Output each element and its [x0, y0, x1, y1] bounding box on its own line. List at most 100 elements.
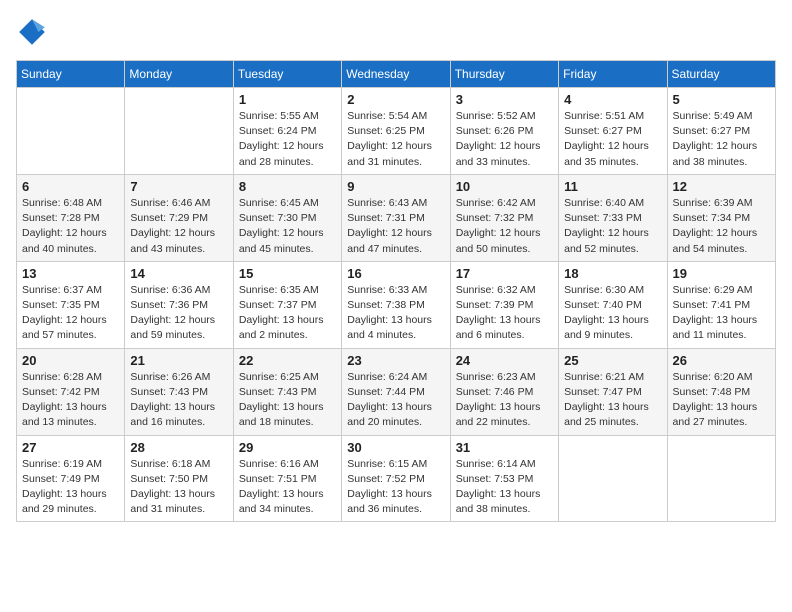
- day-info: Sunrise: 5:52 AMSunset: 6:26 PMDaylight:…: [456, 109, 553, 170]
- calendar-cell: 9 Sunrise: 6:43 AMSunset: 7:31 PMDaylight…: [342, 174, 450, 261]
- calendar-cell: 15 Sunrise: 6:35 AMSunset: 7:37 PMDayligh…: [233, 261, 341, 348]
- day-number: 23: [347, 353, 444, 368]
- day-info: Sunrise: 6:35 AMSunset: 7:37 PMDaylight:…: [239, 283, 336, 344]
- logo-icon: [16, 16, 48, 48]
- day-info: Sunrise: 6:40 AMSunset: 7:33 PMDaylight:…: [564, 196, 661, 257]
- day-info: Sunrise: 6:28 AMSunset: 7:42 PMDaylight:…: [22, 370, 119, 431]
- calendar-cell: 14 Sunrise: 6:36 AMSunset: 7:36 PMDayligh…: [125, 261, 233, 348]
- day-number: 10: [456, 179, 553, 194]
- day-number: 9: [347, 179, 444, 194]
- day-number: 19: [673, 266, 770, 281]
- calendar-cell: 3 Sunrise: 5:52 AMSunset: 6:26 PMDaylight…: [450, 88, 558, 175]
- calendar-cell: 25 Sunrise: 6:21 AMSunset: 7:47 PMDayligh…: [559, 348, 667, 435]
- day-number: 29: [239, 440, 336, 455]
- day-number: 22: [239, 353, 336, 368]
- day-info: Sunrise: 6:37 AMSunset: 7:35 PMDaylight:…: [22, 283, 119, 344]
- day-info: Sunrise: 6:24 AMSunset: 7:44 PMDaylight:…: [347, 370, 444, 431]
- day-number: 5: [673, 92, 770, 107]
- day-info: Sunrise: 6:36 AMSunset: 7:36 PMDaylight:…: [130, 283, 227, 344]
- day-number: 15: [239, 266, 336, 281]
- day-number: 6: [22, 179, 119, 194]
- calendar-cell: [667, 435, 775, 522]
- day-header-monday: Monday: [125, 61, 233, 88]
- day-number: 8: [239, 179, 336, 194]
- day-info: Sunrise: 6:15 AMSunset: 7:52 PMDaylight:…: [347, 457, 444, 518]
- calendar-cell: 23 Sunrise: 6:24 AMSunset: 7:44 PMDayligh…: [342, 348, 450, 435]
- day-number: 17: [456, 266, 553, 281]
- day-info: Sunrise: 6:16 AMSunset: 7:51 PMDaylight:…: [239, 457, 336, 518]
- day-header-tuesday: Tuesday: [233, 61, 341, 88]
- calendar-week-row: 27 Sunrise: 6:19 AMSunset: 7:49 PMDayligh…: [17, 435, 776, 522]
- day-number: 11: [564, 179, 661, 194]
- calendar-cell: 29 Sunrise: 6:16 AMSunset: 7:51 PMDayligh…: [233, 435, 341, 522]
- calendar-cell: 17Sunrise: 6:32 AMSunset: 7:39 PMDayligh…: [450, 261, 558, 348]
- day-info: Sunrise: 6:19 AMSunset: 7:49 PMDaylight:…: [22, 457, 119, 518]
- calendar-cell: 27 Sunrise: 6:19 AMSunset: 7:49 PMDayligh…: [17, 435, 125, 522]
- day-number: 31: [456, 440, 553, 455]
- page-header: [16, 16, 776, 48]
- day-info: Sunrise: 6:39 AMSunset: 7:34 PMDaylight:…: [673, 196, 770, 257]
- day-info: Sunrise: 6:14 AMSunset: 7:53 PMDaylight:…: [456, 457, 553, 518]
- day-info: Sunrise: 6:26 AMSunset: 7:43 PMDaylight:…: [130, 370, 227, 431]
- day-info: Sunrise: 6:46 AMSunset: 7:29 PMDaylight:…: [130, 196, 227, 257]
- day-number: 18: [564, 266, 661, 281]
- day-info: Sunrise: 6:45 AMSunset: 7:30 PMDaylight:…: [239, 196, 336, 257]
- day-number: 7: [130, 179, 227, 194]
- day-number: 12: [673, 179, 770, 194]
- calendar-cell: 4 Sunrise: 5:51 AMSunset: 6:27 PMDaylight…: [559, 88, 667, 175]
- day-info: Sunrise: 6:48 AMSunset: 7:28 PMDaylight:…: [22, 196, 119, 257]
- day-number: 21: [130, 353, 227, 368]
- calendar-cell: 19Sunrise: 6:29 AMSunset: 7:41 PMDayligh…: [667, 261, 775, 348]
- calendar-cell: 30 Sunrise: 6:15 AMSunset: 7:52 PMDayligh…: [342, 435, 450, 522]
- day-info: Sunrise: 6:20 AMSunset: 7:48 PMDaylight:…: [673, 370, 770, 431]
- calendar-cell: 24 Sunrise: 6:23 AMSunset: 7:46 PMDayligh…: [450, 348, 558, 435]
- calendar-cell: 5 Sunrise: 5:49 AMSunset: 6:27 PMDaylight…: [667, 88, 775, 175]
- day-info: Sunrise: 5:54 AMSunset: 6:25 PMDaylight:…: [347, 109, 444, 170]
- calendar-cell: 21 Sunrise: 6:26 AMSunset: 7:43 PMDayligh…: [125, 348, 233, 435]
- calendar-cell: 10 Sunrise: 6:42 AMSunset: 7:32 PMDayligh…: [450, 174, 558, 261]
- day-number: 20: [22, 353, 119, 368]
- day-info: Sunrise: 5:49 AMSunset: 6:27 PMDaylight:…: [673, 109, 770, 170]
- day-number: 2: [347, 92, 444, 107]
- day-info: Sunrise: 6:25 AMSunset: 7:43 PMDaylight:…: [239, 370, 336, 431]
- calendar-cell: 7 Sunrise: 6:46 AMSunset: 7:29 PMDaylight…: [125, 174, 233, 261]
- day-info: Sunrise: 6:33 AMSunset: 7:38 PMDaylight:…: [347, 283, 444, 344]
- calendar-cell: [125, 88, 233, 175]
- day-number: 24: [456, 353, 553, 368]
- calendar-cell: 26 Sunrise: 6:20 AMSunset: 7:48 PMDayligh…: [667, 348, 775, 435]
- day-number: 13: [22, 266, 119, 281]
- day-info: Sunrise: 6:42 AMSunset: 7:32 PMDaylight:…: [456, 196, 553, 257]
- day-info: Sunrise: 5:51 AMSunset: 6:27 PMDaylight:…: [564, 109, 661, 170]
- day-number: 4: [564, 92, 661, 107]
- logo: [16, 16, 52, 48]
- day-number: 14: [130, 266, 227, 281]
- day-number: 1: [239, 92, 336, 107]
- day-info: Sunrise: 6:23 AMSunset: 7:46 PMDaylight:…: [456, 370, 553, 431]
- day-number: 3: [456, 92, 553, 107]
- calendar-cell: 18 Sunrise: 6:30 AMSunset: 7:40 PMDayligh…: [559, 261, 667, 348]
- day-number: 26: [673, 353, 770, 368]
- calendar-week-row: 1 Sunrise: 5:55 AMSunset: 6:24 PMDaylight…: [17, 88, 776, 175]
- calendar-header-row: SundayMondayTuesdayWednesdayThursdayFrid…: [17, 61, 776, 88]
- calendar-cell: 12 Sunrise: 6:39 AMSunset: 7:34 PMDayligh…: [667, 174, 775, 261]
- calendar-cell: 1 Sunrise: 5:55 AMSunset: 6:24 PMDaylight…: [233, 88, 341, 175]
- day-info: Sunrise: 5:55 AMSunset: 6:24 PMDaylight:…: [239, 109, 336, 170]
- calendar-cell: 6 Sunrise: 6:48 AMSunset: 7:28 PMDaylight…: [17, 174, 125, 261]
- day-info: Sunrise: 6:43 AMSunset: 7:31 PMDaylight:…: [347, 196, 444, 257]
- calendar-week-row: 6 Sunrise: 6:48 AMSunset: 7:28 PMDaylight…: [17, 174, 776, 261]
- calendar-cell: [17, 88, 125, 175]
- day-number: 27: [22, 440, 119, 455]
- day-header-friday: Friday: [559, 61, 667, 88]
- calendar-week-row: 20 Sunrise: 6:28 AMSunset: 7:42 PMDayligh…: [17, 348, 776, 435]
- day-header-saturday: Saturday: [667, 61, 775, 88]
- calendar-table: SundayMondayTuesdayWednesdayThursdayFrid…: [16, 60, 776, 522]
- calendar-cell: 31 Sunrise: 6:14 AMSunset: 7:53 PMDayligh…: [450, 435, 558, 522]
- day-number: 25: [564, 353, 661, 368]
- day-number: 30: [347, 440, 444, 455]
- day-number: 28: [130, 440, 227, 455]
- day-info: Sunrise: 6:21 AMSunset: 7:47 PMDaylight:…: [564, 370, 661, 431]
- calendar-cell: 20 Sunrise: 6:28 AMSunset: 7:42 PMDayligh…: [17, 348, 125, 435]
- day-info: Sunrise: 6:30 AMSunset: 7:40 PMDaylight:…: [564, 283, 661, 344]
- calendar-cell: 22 Sunrise: 6:25 AMSunset: 7:43 PMDayligh…: [233, 348, 341, 435]
- day-header-wednesday: Wednesday: [342, 61, 450, 88]
